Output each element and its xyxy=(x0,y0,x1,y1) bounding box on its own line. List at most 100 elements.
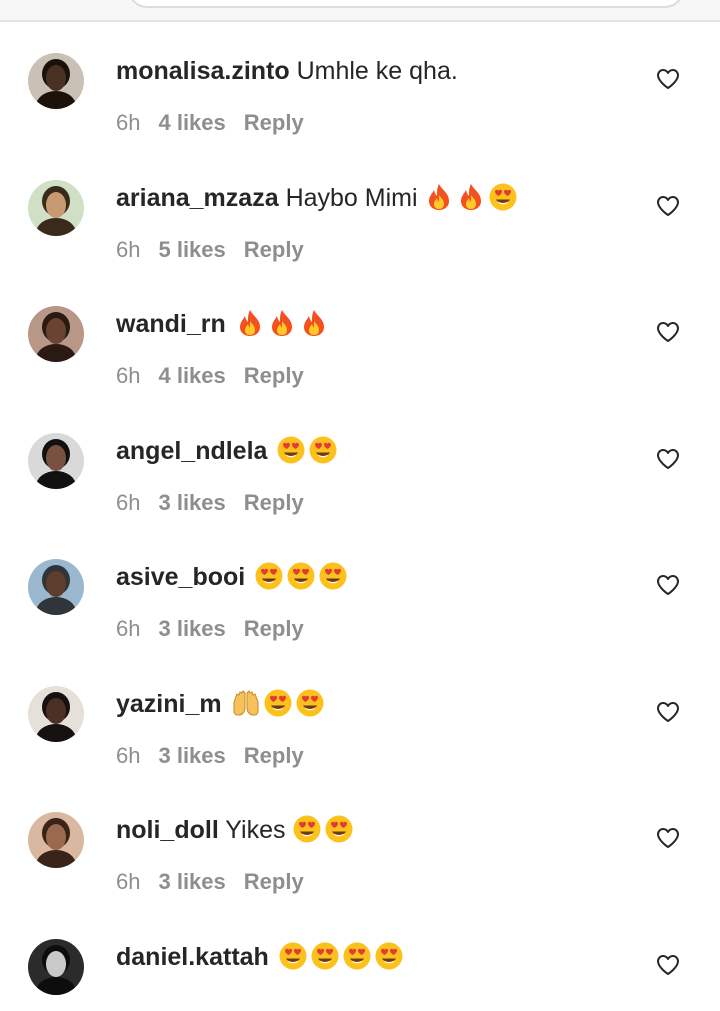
avatar-face xyxy=(46,191,66,218)
reply-button[interactable]: Reply xyxy=(244,869,304,894)
avatar-shoulders xyxy=(36,470,76,489)
avatar[interactable] xyxy=(28,559,84,615)
comment-row: monalisa.zinto Umhle ke qha. 6h 4 likes Rep… xyxy=(0,22,720,149)
avatar-face xyxy=(46,444,66,471)
avatar[interactable] xyxy=(28,432,84,489)
fire-emoji-icon xyxy=(271,310,292,337)
avatar[interactable] xyxy=(28,685,84,742)
comment-text: yazini_m xyxy=(116,689,327,721)
comment-emojis xyxy=(278,942,406,973)
comment-meta: 6h 3 likes Reply xyxy=(116,616,322,642)
comment-likes[interactable]: 5 likes xyxy=(158,237,225,262)
comment-emojis xyxy=(231,689,327,720)
fire-emoji-icon xyxy=(303,310,324,337)
comment-emojis xyxy=(292,815,356,847)
heart-eyes-emoji-icon xyxy=(309,436,337,464)
comment-row: wandi_rn 6h 4 likes Reply xyxy=(0,275,720,402)
comment-text: monalisa.zinto Umhle ke qha. xyxy=(116,56,458,86)
reply-button[interactable]: Reply xyxy=(244,363,304,388)
comment-row: daniel.kattah 6h4 likesReply xyxy=(0,908,720,1011)
comment-username[interactable]: monalisa.zinto xyxy=(116,57,290,85)
heart-eyes-emoji-icon xyxy=(279,942,307,970)
comment-text: asive_booi xyxy=(116,562,350,594)
avatar-face xyxy=(46,571,66,597)
comment-emojis xyxy=(235,310,331,341)
fire-emoji-icon xyxy=(460,183,481,210)
like-heart-icon[interactable] xyxy=(656,701,680,723)
comment-meta: 6h 3 likes Reply xyxy=(116,743,322,769)
reply-button[interactable]: Reply xyxy=(244,237,304,262)
comment-text: daniel.kattah xyxy=(116,942,406,974)
avatar-shoulders xyxy=(36,976,76,995)
avatar-shoulders xyxy=(36,91,76,109)
heart-eyes-emoji-icon xyxy=(375,942,403,970)
comment-text: ariana_mzaza Haybo Mimi xyxy=(116,183,520,215)
comment-row: asive_booi 6h 3 likes Reply xyxy=(0,528,720,655)
avatar[interactable] xyxy=(28,306,84,362)
comment-username[interactable]: ariana_mzaza xyxy=(116,184,279,212)
fire-emoji-icon xyxy=(239,310,260,337)
comment-text: angel_ndlela xyxy=(116,436,340,468)
avatar[interactable] xyxy=(28,938,84,995)
comment-emojis xyxy=(254,562,350,594)
comment-likes[interactable]: 3 likes xyxy=(158,743,225,768)
heart-eyes-emoji-icon xyxy=(343,942,371,970)
top-bar xyxy=(0,0,720,22)
comment-username[interactable]: asive_booi xyxy=(116,563,245,591)
like-heart-icon[interactable] xyxy=(656,195,680,217)
comment-username[interactable]: yazini_m xyxy=(116,690,222,718)
comment-row: noli_doll Yikes 6h 3 likes Reply xyxy=(0,781,720,908)
comment-likes[interactable]: 3 likes xyxy=(158,490,225,515)
avatar-face xyxy=(46,824,66,850)
avatar-shoulders xyxy=(36,344,76,362)
like-heart-icon[interactable] xyxy=(656,574,680,596)
comment-time: 6h xyxy=(116,616,141,641)
reply-button[interactable]: Reply xyxy=(244,616,304,641)
comment-username[interactable]: noli_doll xyxy=(116,816,219,844)
raising-hands-emoji-icon xyxy=(233,689,259,716)
comment-meta: 6h 5 likes Reply xyxy=(116,237,322,263)
comment-likes[interactable]: 4 likes xyxy=(158,110,225,135)
like-heart-icon[interactable] xyxy=(656,827,680,849)
fire-emoji-icon xyxy=(428,183,449,210)
comment-emojis xyxy=(424,183,520,214)
comment-emojis xyxy=(276,436,340,467)
comment-likes[interactable]: 4 likes xyxy=(158,363,225,388)
comment-body: Yikes xyxy=(225,816,286,844)
heart-eyes-emoji-icon xyxy=(325,815,352,843)
avatar-face xyxy=(46,318,66,344)
comment-time: 6h xyxy=(116,742,141,768)
heart-eyes-emoji-icon xyxy=(296,689,324,717)
avatar-shoulders xyxy=(36,597,76,615)
avatar[interactable] xyxy=(28,53,84,109)
heart-eyes-emoji-icon xyxy=(311,942,339,970)
comment-likes[interactable]: 3 likes xyxy=(158,616,225,641)
comment-username[interactable]: wandi_rn xyxy=(116,310,226,338)
reply-button[interactable]: Reply xyxy=(244,110,304,135)
reply-button[interactable]: Reply xyxy=(244,743,304,768)
like-heart-icon[interactable] xyxy=(656,321,680,343)
comment-row: angel_ndlela 6h 3 likes Reply xyxy=(0,402,720,529)
avatar-shoulders xyxy=(36,723,76,742)
like-heart-icon[interactable] xyxy=(656,68,680,90)
avatar[interactable] xyxy=(28,812,84,868)
avatar-face xyxy=(46,697,66,724)
comment-username[interactable]: angel_ndlela xyxy=(116,437,267,465)
comment-body: Haybo Mimi xyxy=(285,183,418,212)
comment-time: 6h xyxy=(116,869,141,894)
heart-eyes-emoji-icon xyxy=(277,436,305,464)
avatar-shoulders xyxy=(36,217,76,236)
comment-row: ariana_mzaza Haybo Mimi 6h 5 likes Reply xyxy=(0,149,720,276)
comment-likes[interactable]: 3 likes xyxy=(158,869,225,894)
comment-meta: 6h 4 likes Reply xyxy=(116,363,322,389)
like-heart-icon[interactable] xyxy=(656,448,680,470)
comment-username[interactable]: daniel.kattah xyxy=(116,943,269,971)
comment-meta: 6h 3 likes Reply xyxy=(116,869,322,895)
reply-button[interactable]: Reply xyxy=(244,490,304,515)
comments-page: monalisa.zinto Umhle ke qha. 6h 4 likes Rep… xyxy=(0,0,720,1011)
comment-input-pill[interactable] xyxy=(128,0,684,8)
avatar[interactable] xyxy=(28,179,84,236)
avatar-shoulders xyxy=(36,850,76,868)
heart-eyes-emoji-icon xyxy=(319,562,347,590)
like-heart-icon[interactable] xyxy=(656,954,680,976)
